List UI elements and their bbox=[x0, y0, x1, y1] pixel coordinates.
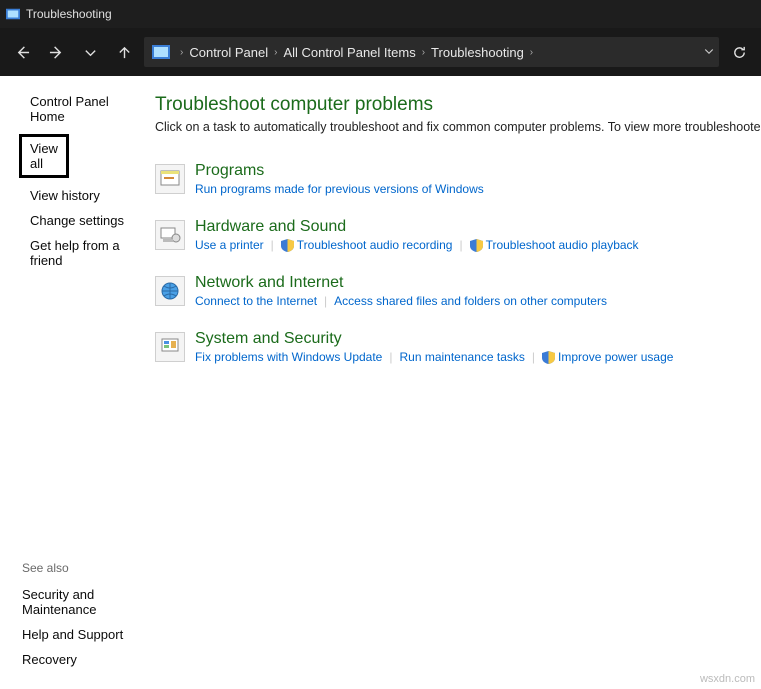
system-icon bbox=[155, 332, 185, 362]
network-icon bbox=[155, 276, 185, 306]
chevron-right-icon: › bbox=[180, 47, 183, 58]
sidebar-security-maintenance[interactable]: Security and Maintenance bbox=[22, 587, 131, 617]
shield-icon bbox=[281, 239, 294, 252]
link-connect-internet[interactable]: Connect to the Internet bbox=[195, 294, 317, 308]
titlebar: Troubleshooting bbox=[0, 0, 761, 28]
category-system-title[interactable]: System and Security bbox=[195, 330, 761, 348]
category-network-title[interactable]: Network and Internet bbox=[195, 274, 761, 292]
shield-icon bbox=[542, 351, 555, 364]
category-hardware: Hardware and Sound Use a printer | Troub… bbox=[155, 218, 761, 252]
programs-icon bbox=[155, 164, 185, 194]
chevron-right-icon: › bbox=[274, 47, 277, 58]
sidebar-recovery[interactable]: Recovery bbox=[22, 652, 131, 667]
address-dropdown[interactable] bbox=[703, 45, 715, 60]
window-title: Troubleshooting bbox=[26, 7, 112, 21]
back-button[interactable] bbox=[8, 38, 36, 66]
up-button[interactable] bbox=[110, 38, 138, 66]
link-shared-files[interactable]: Access shared files and folders on other… bbox=[334, 294, 607, 308]
refresh-button[interactable] bbox=[725, 38, 753, 66]
sidebar-view-all[interactable]: View all bbox=[19, 134, 69, 178]
category-system: System and Security Fix problems with Wi… bbox=[155, 330, 761, 364]
link-run-previous-versions[interactable]: Run programs made for previous versions … bbox=[195, 182, 484, 196]
main-panel: Troubleshoot computer problems Click on … bbox=[131, 76, 761, 689]
category-programs: Programs Run programs made for previous … bbox=[155, 162, 761, 196]
link-power-usage[interactable]: Improve power usage bbox=[542, 350, 673, 364]
hardware-icon bbox=[155, 220, 185, 250]
category-hardware-title[interactable]: Hardware and Sound bbox=[195, 218, 761, 236]
link-audio-playback[interactable]: Troubleshoot audio playback bbox=[470, 238, 639, 252]
navbar: › Control Panel › All Control Panel Item… bbox=[0, 28, 761, 76]
sidebar-view-history[interactable]: View history bbox=[30, 188, 131, 203]
chevron-right-icon: › bbox=[530, 47, 533, 58]
shield-icon bbox=[470, 239, 483, 252]
link-windows-update[interactable]: Fix problems with Windows Update bbox=[195, 350, 382, 364]
control-panel-icon bbox=[152, 45, 170, 59]
control-panel-icon bbox=[6, 7, 20, 21]
category-network: Network and Internet Connect to the Inte… bbox=[155, 274, 761, 308]
page-heading: Troubleshoot computer problems bbox=[155, 94, 761, 116]
category-programs-title[interactable]: Programs bbox=[195, 162, 761, 180]
address-bar[interactable]: › Control Panel › All Control Panel Item… bbox=[144, 37, 719, 67]
sidebar-get-help-friend[interactable]: Get help from a friend bbox=[30, 238, 131, 268]
chevron-right-icon: › bbox=[422, 47, 425, 58]
sidebar-change-settings[interactable]: Change settings bbox=[30, 213, 131, 228]
watermark: wsxdn.com bbox=[700, 673, 755, 685]
breadcrumb-control-panel[interactable]: Control Panel bbox=[189, 45, 268, 60]
sidebar: Control Panel Home View all View history… bbox=[0, 76, 131, 689]
breadcrumb-troubleshooting[interactable]: Troubleshooting bbox=[431, 45, 524, 60]
page-description: Click on a task to automatically trouble… bbox=[155, 120, 761, 134]
sidebar-control-panel-home[interactable]: Control Panel Home bbox=[30, 94, 131, 124]
content: Control Panel Home View all View history… bbox=[0, 76, 761, 689]
link-use-printer[interactable]: Use a printer bbox=[195, 238, 264, 252]
breadcrumb-all-items[interactable]: All Control Panel Items bbox=[283, 45, 415, 60]
forward-button[interactable] bbox=[42, 38, 70, 66]
recent-dropdown[interactable] bbox=[76, 38, 104, 66]
see-also-label: See also bbox=[22, 561, 131, 575]
sidebar-help-support[interactable]: Help and Support bbox=[22, 627, 131, 642]
link-audio-recording[interactable]: Troubleshoot audio recording bbox=[281, 238, 453, 252]
link-maintenance-tasks[interactable]: Run maintenance tasks bbox=[399, 350, 524, 364]
